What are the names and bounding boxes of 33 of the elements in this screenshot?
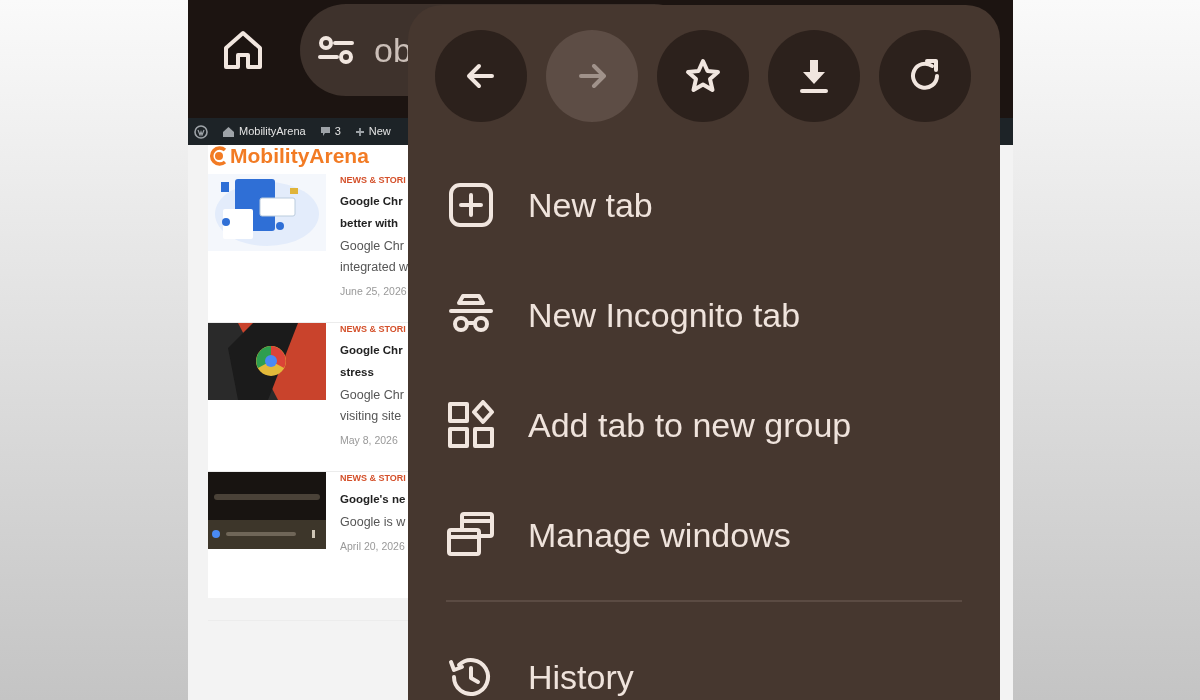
plus-icon [354,126,365,137]
article-excerpt: integrated w [340,258,409,276]
article-title[interactable]: stress [340,362,406,381]
dashboard-icon [222,125,235,138]
tune-icon[interactable] [318,35,354,65]
article-excerpt: visiting site [340,407,403,425]
article-title[interactable]: Google Chr [340,191,409,210]
article-title[interactable]: Google Chr [340,340,406,359]
logo-icon [208,145,228,166]
menu-item[interactable]: New tab [408,150,1000,260]
site-link[interactable]: MobilityArena [239,123,306,140]
article-date: May 8, 2026 [340,432,399,448]
new-tab-icon [446,180,496,230]
menu-item[interactable]: Manage windows [408,480,1000,590]
menu-item[interactable]: Add tab to new group [408,370,1000,480]
new-link[interactable]: New [368,123,391,140]
article-date: April 20, 2026 [340,538,406,554]
article-title[interactable]: better with [340,213,409,232]
article-title[interactable]: Google's ne [340,489,406,508]
comment-count[interactable]: 3 [334,123,341,140]
comment-icon [319,126,331,137]
category-label[interactable]: NEWS & STORI [340,472,406,486]
site-logo: MobilityArena [230,145,369,166]
menu-item[interactable]: New Incognito tab [408,260,1000,370]
article-excerpt: Google is w [340,513,406,531]
article-date: June 25, 2026 [340,283,408,299]
tab-group-icon [446,400,496,450]
wordpress-icon[interactable] [194,124,208,139]
article-excerpt: Google Chr [340,237,405,255]
menu-item[interactable]: History [408,622,1000,700]
category-label[interactable]: NEWS & STORI [340,174,409,188]
category-label[interactable]: NEWS & STORI [340,323,406,337]
article-excerpt: Google Chr [340,386,405,404]
